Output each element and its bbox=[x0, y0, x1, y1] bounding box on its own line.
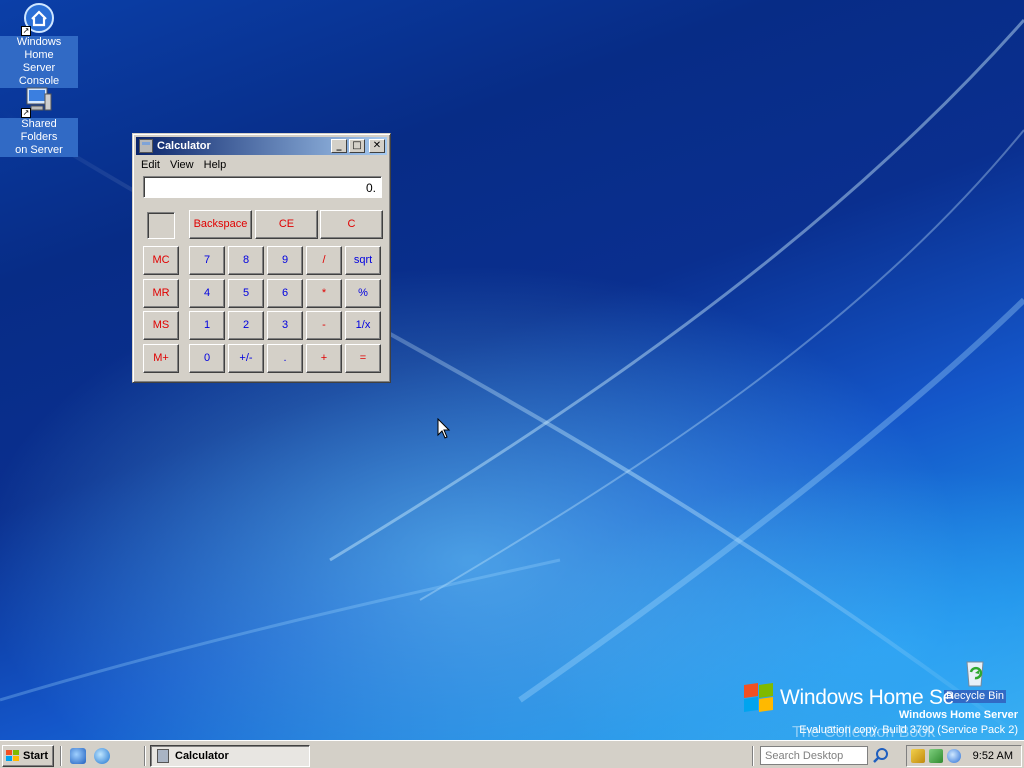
calculator-window[interactable]: Calculator _ □ ✕ Edit View Help 0. Backs… bbox=[132, 133, 391, 383]
digit-9-button[interactable]: 9 bbox=[267, 246, 303, 275]
maximize-button[interactable]: □ bbox=[349, 139, 365, 153]
taskbar-separator bbox=[60, 746, 62, 766]
shortcut-arrow-icon: ↗ bbox=[21, 26, 31, 36]
digit-1-button[interactable]: 1 bbox=[189, 311, 225, 340]
task-button-label: Calculator bbox=[175, 750, 229, 762]
desktop-icon-shared-folders[interactable]: ↗ Shared Folders on Server bbox=[0, 84, 78, 157]
home-server-console-icon: ↗ bbox=[21, 2, 55, 36]
taskbar-separator bbox=[144, 746, 146, 766]
taskbar-separator bbox=[752, 746, 754, 766]
brand-name: Windows Home Se bbox=[780, 686, 955, 709]
taskbar: Start Calculator Search Desktop 9:52 AM bbox=[0, 740, 1024, 768]
digit-8-button[interactable]: 8 bbox=[228, 246, 264, 275]
window-title: Calculator bbox=[157, 140, 211, 152]
clear-button[interactable]: C bbox=[320, 210, 383, 239]
menu-edit[interactable]: Edit bbox=[136, 159, 165, 171]
sqrt-button[interactable]: sqrt bbox=[345, 246, 381, 275]
taskbar-calculator-button[interactable]: Calculator bbox=[150, 745, 310, 767]
decimal-point-button[interactable]: . bbox=[267, 344, 303, 373]
reciprocal-button[interactable]: 1/x bbox=[345, 311, 381, 340]
network-tray-icon[interactable] bbox=[911, 749, 925, 763]
calculator-title-bar[interactable]: Calculator _ □ ✕ bbox=[136, 137, 387, 155]
calculator-app-icon bbox=[157, 749, 169, 763]
windows-flag-icon bbox=[742, 682, 774, 712]
desktop-icon-label: Shared Folders on Server bbox=[0, 118, 78, 157]
search-tray-icon[interactable] bbox=[947, 749, 961, 763]
multiply-button[interactable]: * bbox=[306, 279, 342, 308]
digit-5-button[interactable]: 5 bbox=[228, 279, 264, 308]
windows-flag-icon bbox=[6, 750, 20, 762]
menu-view[interactable]: View bbox=[165, 159, 199, 171]
calculator-display: 0. bbox=[143, 176, 382, 198]
add-button[interactable]: + bbox=[306, 344, 342, 373]
memory-indicator bbox=[147, 212, 175, 239]
negate-button[interactable]: +/- bbox=[228, 344, 264, 373]
digit-6-button[interactable]: 6 bbox=[267, 279, 303, 308]
close-button[interactable]: ✕ bbox=[369, 139, 385, 153]
digit-0-button[interactable]: 0 bbox=[189, 344, 225, 373]
digit-7-button[interactable]: 7 bbox=[189, 246, 225, 275]
memory-add-button[interactable]: M+ bbox=[143, 344, 179, 373]
backspace-button[interactable]: Backspace bbox=[189, 210, 252, 239]
search-desktop-input[interactable]: Search Desktop bbox=[760, 746, 868, 765]
menu-help[interactable]: Help bbox=[199, 159, 232, 171]
digit-2-button[interactable]: 2 bbox=[228, 311, 264, 340]
divide-button[interactable]: / bbox=[306, 246, 342, 275]
memory-recall-button[interactable]: MR bbox=[143, 279, 179, 308]
minimize-button[interactable]: _ bbox=[331, 139, 347, 153]
internet-explorer-icon[interactable] bbox=[94, 748, 110, 764]
clear-entry-button[interactable]: CE bbox=[255, 210, 318, 239]
home-server-tray-icon[interactable] bbox=[929, 749, 943, 763]
shortcut-arrow-icon: ↗ bbox=[21, 108, 31, 118]
start-label: Start bbox=[23, 750, 49, 762]
search-icon[interactable] bbox=[870, 746, 892, 765]
start-button[interactable]: Start bbox=[2, 745, 54, 767]
equals-button[interactable]: = bbox=[345, 344, 381, 373]
subtract-button[interactable]: - bbox=[306, 311, 342, 340]
system-tray: 9:52 AM bbox=[906, 745, 1022, 767]
percent-button[interactable]: % bbox=[345, 279, 381, 308]
memory-store-button[interactable]: MS bbox=[143, 311, 179, 340]
desktop-icon-label: Windows Home Server Console bbox=[0, 36, 78, 88]
build-label: Evaluation copy. Build 3790 (Service Pac… bbox=[799, 724, 1018, 736]
digit-3-button[interactable]: 3 bbox=[267, 311, 303, 340]
menu-bar: Edit View Help bbox=[136, 156, 387, 173]
desktop-icon-home-server-console[interactable]: ↗ Windows Home Server Console bbox=[0, 2, 78, 88]
edition-label: Windows Home Server bbox=[898, 709, 1018, 721]
digit-4-button[interactable]: 4 bbox=[189, 279, 225, 308]
calculator-app-icon bbox=[139, 139, 153, 153]
clock: 9:52 AM bbox=[972, 750, 1013, 762]
memory-clear-button[interactable]: MC bbox=[143, 246, 179, 275]
shared-folders-icon: ↗ bbox=[21, 84, 55, 118]
mouse-pointer-icon bbox=[437, 418, 451, 439]
home-server-quicklaunch-icon[interactable] bbox=[70, 748, 86, 764]
